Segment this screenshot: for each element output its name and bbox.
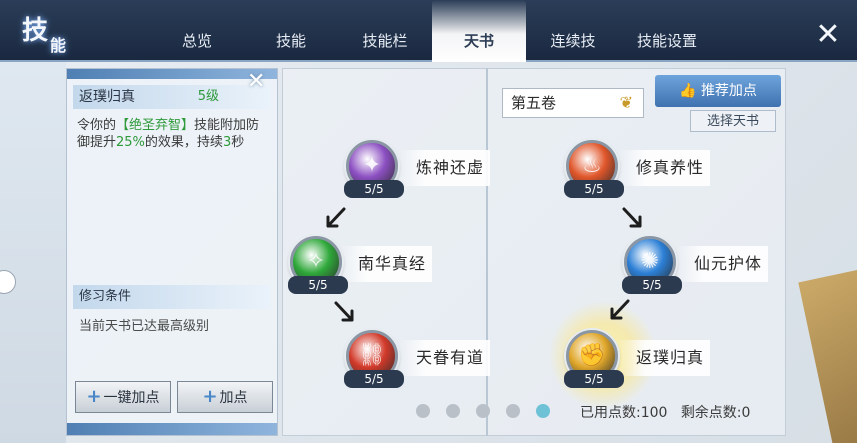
skill-node-xianyuan[interactable]: ✺ 5/5 bbox=[618, 230, 688, 300]
desc-part-4: 秒 bbox=[231, 135, 245, 150]
skill-description: 令你的【绝圣弃智】技能附加防御提升25%的效果，持续3秒 bbox=[77, 117, 267, 151]
node-counter: 5/5 bbox=[564, 370, 624, 388]
scroll-decoration bbox=[798, 270, 857, 443]
desc-percent: 25% bbox=[116, 135, 145, 150]
left-decoration bbox=[0, 62, 66, 443]
skill-level: 5级 bbox=[197, 89, 219, 104]
skill-name: 返璞归真 bbox=[79, 89, 135, 105]
tab-skill-settings[interactable]: 技能设置 bbox=[620, 0, 714, 62]
skill-node-xiuzhen[interactable]: ♨ 5/5 bbox=[560, 134, 630, 204]
arrow-icon bbox=[610, 299, 630, 320]
tab-tianshu[interactable]: 天书 bbox=[432, 0, 526, 62]
chevron-down-icon: ❦ bbox=[619, 93, 633, 112]
skill-node-tianjuan[interactable]: ⛓ 5/5 bbox=[340, 324, 410, 394]
top-bar: 技能 总览 技能 技能栏 天书 连续技 技能设置 ✕ bbox=[0, 0, 857, 62]
node-counter: 5/5 bbox=[622, 276, 682, 294]
page-dot-1[interactable] bbox=[416, 404, 430, 418]
auto-add-points-button[interactable]: + 一键加点 bbox=[75, 381, 171, 413]
node-label-fanpu: 返璞归真 bbox=[618, 340, 711, 376]
node-label-xiuzhen: 修真养性 bbox=[618, 150, 711, 186]
choose-book-button[interactable]: 选择天书 bbox=[690, 110, 776, 132]
detail-close-icon[interactable]: ✕ bbox=[247, 71, 269, 93]
tab-skills[interactable]: 技能 bbox=[244, 0, 338, 62]
node-counter: 5/5 bbox=[564, 180, 624, 198]
add-point-label: 加点 bbox=[219, 390, 248, 406]
page-dot-5[interactable] bbox=[536, 404, 550, 418]
arrow-icon bbox=[334, 301, 354, 322]
desc-part-3: 的效果，持续 bbox=[144, 135, 223, 150]
node-counter: 5/5 bbox=[344, 370, 404, 388]
skill-node-nanhua[interactable]: ✧ 5/5 bbox=[284, 230, 354, 300]
close-icon[interactable]: ✕ bbox=[813, 20, 843, 50]
book-selector-label: 第五卷 bbox=[511, 94, 557, 112]
node-counter: 5/5 bbox=[288, 276, 348, 294]
skill-detail-panel: ✕ 返璞归真 5级 令你的【绝圣弃智】技能附加防御提升25%的效果，持续3秒 修… bbox=[66, 68, 278, 436]
tab-skill-bar[interactable]: 技能栏 bbox=[338, 0, 432, 62]
panel-bottom-strip bbox=[67, 423, 277, 435]
desc-seconds: 3 bbox=[222, 135, 232, 150]
points-left-label: 剩余点数: bbox=[680, 405, 742, 421]
arrow-icon bbox=[622, 207, 642, 228]
page-dots bbox=[416, 404, 550, 418]
tree-divider bbox=[486, 68, 488, 436]
skill-node-lianshen[interactable]: ✦ 5/5 bbox=[340, 134, 410, 204]
plus-icon: + bbox=[202, 386, 218, 407]
desc-part-1: 令你的 bbox=[77, 118, 117, 133]
page-dot-4[interactable] bbox=[506, 404, 520, 418]
plus-icon: + bbox=[86, 386, 102, 407]
node-label-tianjuan: 天眷有道 bbox=[398, 340, 491, 376]
points-summary: 已用点数:100 剩余点数:0 bbox=[580, 402, 750, 422]
tab-combo[interactable]: 连续技 bbox=[526, 0, 620, 62]
book-selector[interactable]: 第五卷 ❦ bbox=[502, 88, 644, 118]
panel-top-strip bbox=[67, 69, 277, 79]
arrow-icon bbox=[326, 207, 346, 228]
logo-char: 技 bbox=[22, 16, 51, 46]
logo-char-small: 能 bbox=[50, 36, 69, 55]
tab-bar: 总览 技能 技能栏 天书 连续技 技能设置 bbox=[150, 0, 714, 62]
node-counter: 5/5 bbox=[344, 180, 404, 198]
recommend-label: 推荐加点 bbox=[700, 83, 757, 99]
skill-node-fanpu[interactable]: ✊ 5/5 bbox=[560, 324, 630, 394]
page-dot-3[interactable] bbox=[476, 404, 490, 418]
tab-overview[interactable]: 总览 bbox=[150, 0, 244, 62]
add-point-button[interactable]: + 加点 bbox=[177, 381, 273, 413]
points-used: 100 bbox=[640, 405, 668, 421]
recommend-points-button[interactable]: 👍 推荐加点 bbox=[655, 75, 781, 107]
node-label-lianshen: 炼神还虚 bbox=[398, 150, 491, 186]
skill-logo: 技能 bbox=[22, 10, 94, 55]
points-used-label: 已用点数: bbox=[580, 405, 641, 421]
page-dot-2[interactable] bbox=[446, 404, 460, 418]
thumbs-up-icon: 👍 bbox=[679, 83, 697, 99]
condition-text: 当前天书已达最高级别 bbox=[79, 319, 210, 334]
desc-skill-ref: 【绝圣弃智】 bbox=[116, 118, 195, 133]
points-left: 0 bbox=[741, 405, 751, 421]
auto-add-label: 一键加点 bbox=[103, 390, 160, 406]
condition-title: 修习条件 bbox=[73, 285, 271, 309]
skill-title-bar: 返璞归真 5级 bbox=[73, 85, 271, 109]
node-label-xianyuan: 仙元护体 bbox=[676, 246, 769, 282]
